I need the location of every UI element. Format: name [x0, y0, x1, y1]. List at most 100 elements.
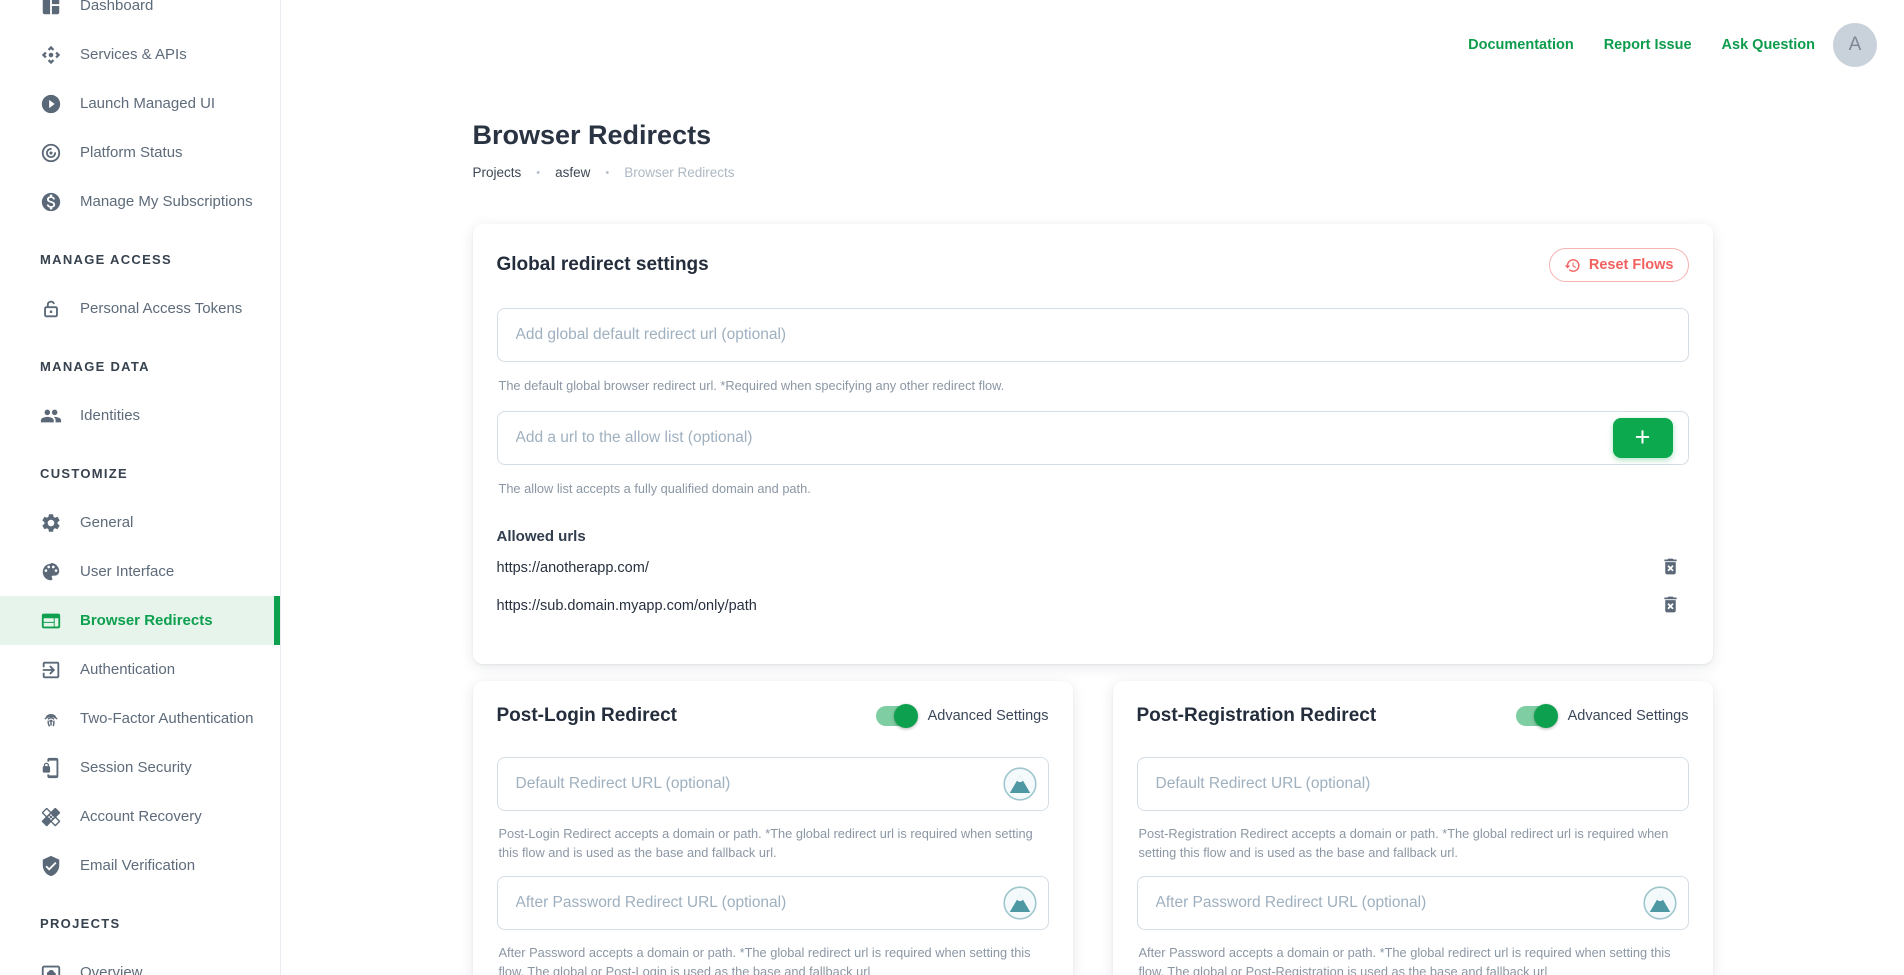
main-area: Documentation Report Issue Ask Question …: [281, 0, 1904, 975]
sidebar-item-label: Identities: [80, 407, 140, 424]
flow-cards-row: Post-Login Redirect Advanced Settings Po…: [473, 681, 1713, 975]
global-card-header: Global redirect settings Reset Flows: [497, 248, 1689, 282]
breadcrumb: Projects • asfew • Browser Redirects: [473, 165, 1713, 180]
sidebar-item-launch-managed-ui[interactable]: Launch Managed UI: [0, 79, 280, 128]
ask-question-link[interactable]: Ask Question: [1722, 37, 1815, 53]
allow-list-help: The allow list accepts a fully qualified…: [499, 480, 1687, 499]
delete-url-button[interactable]: [1652, 594, 1689, 618]
platform-status-icon: [40, 142, 62, 164]
history-icon: [1564, 257, 1581, 274]
page-title: Browser Redirects: [473, 120, 1713, 151]
toggle-knob: [1534, 704, 1558, 728]
content: Browser Redirects Projects • asfew • Bro…: [473, 120, 1713, 975]
post-login-default-url-input[interactable]: [497, 757, 1049, 811]
documentation-link[interactable]: Documentation: [1468, 37, 1574, 53]
cloud-box-icon: [40, 962, 62, 975]
breadcrumb-current-page: Browser Redirects: [624, 165, 734, 180]
global-default-url-field: [497, 308, 1689, 362]
toggle-on[interactable]: [876, 706, 916, 726]
breadcrumb-projects[interactable]: Projects: [473, 165, 522, 180]
allowed-url-text: https://anotherapp.com/: [497, 560, 649, 576]
sidebar-item-label: Platform Status: [80, 144, 183, 161]
sidebar-item-label: Browser Redirects: [80, 612, 213, 629]
sidebar-item-user-interface[interactable]: User Interface: [0, 547, 280, 596]
report-issue-link[interactable]: Report Issue: [1604, 37, 1692, 53]
login-icon: [40, 659, 62, 681]
sidebar-item-authentication[interactable]: Authentication: [0, 645, 280, 694]
delete-url-button[interactable]: [1652, 556, 1689, 580]
bandage-icon: [40, 806, 62, 828]
post-registration-default-url-help: Post-Registration Redirect accepts a dom…: [1139, 825, 1687, 862]
sidebar-nav: Dashboard Services & APIs Launch Managed…: [0, 0, 280, 975]
fingerprint-icon: [40, 708, 62, 730]
sidebar-section-projects: PROJECTS: [0, 899, 280, 948]
sidebar-item-label: Account Recovery: [80, 808, 202, 825]
toggle-on[interactable]: [1516, 706, 1556, 726]
services-apis-icon: [40, 44, 62, 66]
post-registration-advanced-settings-toggle[interactable]: Advanced Settings: [1516, 706, 1689, 726]
post-registration-card-header: Post-Registration Redirect Advanced Sett…: [1137, 705, 1689, 727]
sidebar-item-personal-access-tokens[interactable]: Personal Access Tokens: [0, 284, 280, 333]
sidebar-item-email-verification[interactable]: Email Verification: [0, 841, 280, 890]
sidebar-item-label: Personal Access Tokens: [80, 300, 242, 317]
post-login-advanced-settings-toggle[interactable]: Advanced Settings: [876, 706, 1049, 726]
post-login-default-url-help: Post-Login Redirect accepts a domain or …: [499, 825, 1047, 862]
sidebar-item-account-recovery[interactable]: Account Recovery: [0, 792, 280, 841]
phone-lock-icon: [40, 757, 62, 779]
post-login-default-url-field: [497, 757, 1049, 811]
sidebar-item-browser-redirects[interactable]: Browser Redirects: [0, 596, 280, 645]
global-default-url-help: The default global browser redirect url.…: [499, 377, 1687, 396]
sidebar-item-label: Dashboard: [80, 0, 153, 14]
people-icon: [40, 405, 62, 427]
sidebar-item-manage-subscriptions[interactable]: Manage My Subscriptions: [0, 177, 280, 226]
plus-icon: +: [1635, 424, 1651, 451]
sidebar-item-label: General: [80, 514, 133, 531]
sidebar-item-general[interactable]: General: [0, 498, 280, 547]
allow-list-field: +: [497, 411, 1689, 465]
post-registration-default-url-input[interactable]: [1137, 757, 1689, 811]
allow-list-input[interactable]: [497, 411, 1689, 465]
reset-flows-label: Reset Flows: [1589, 257, 1674, 273]
sidebar-item-session-security[interactable]: Session Security: [0, 743, 280, 792]
breadcrumb-project-name[interactable]: asfew: [555, 165, 590, 180]
sidebar-item-overview[interactable]: Overview: [0, 948, 280, 975]
sidebar-section-customize: CUSTOMIZE: [0, 449, 280, 498]
sidebar: Dashboard Services & APIs Launch Managed…: [0, 0, 281, 975]
avatar[interactable]: A: [1833, 23, 1877, 67]
post-login-after-password-input[interactable]: [497, 876, 1049, 930]
global-redirect-settings-card: Global redirect settings Reset Flows The…: [473, 224, 1713, 664]
allowed-url-row: https://sub.domain.myapp.com/only/path: [497, 590, 1689, 621]
post-login-after-password-help: After Password accepts a domain or path.…: [499, 944, 1047, 975]
sidebar-item-services-apis[interactable]: Services & APIs: [0, 30, 280, 79]
sidebar-item-label: Authentication: [80, 661, 175, 678]
mountain-circle-icon[interactable]: [1643, 886, 1677, 920]
sidebar-item-dashboard[interactable]: Dashboard: [0, 0, 280, 30]
sidebar-item-identities[interactable]: Identities: [0, 391, 280, 440]
post-registration-redirect-card: Post-Registration Redirect Advanced Sett…: [1113, 681, 1713, 975]
post-registration-default-url-field: [1137, 757, 1689, 811]
gear-icon: [40, 512, 62, 534]
sidebar-item-label: Session Security: [80, 759, 192, 776]
sidebar-item-label: Services & APIs: [80, 46, 187, 63]
sidebar-item-platform-status[interactable]: Platform Status: [0, 128, 280, 177]
add-allow-url-button[interactable]: +: [1613, 418, 1673, 458]
sidebar-item-two-factor-authentication[interactable]: Two-Factor Authentication: [0, 694, 280, 743]
post-registration-after-password-input[interactable]: [1137, 876, 1689, 930]
toggle-label: Advanced Settings: [928, 708, 1049, 724]
trash-x-icon: [1660, 594, 1681, 615]
global-card-title: Global redirect settings: [497, 254, 709, 276]
mountain-circle-icon[interactable]: [1003, 767, 1037, 801]
post-login-card-header: Post-Login Redirect Advanced Settings: [497, 705, 1049, 727]
mountain-circle-icon[interactable]: [1003, 886, 1037, 920]
toggle-knob: [894, 704, 918, 728]
sidebar-item-label: Launch Managed UI: [80, 95, 215, 112]
post-login-redirect-card: Post-Login Redirect Advanced Settings Po…: [473, 681, 1073, 975]
breadcrumb-separator: •: [605, 167, 609, 179]
post-login-after-password-field: [497, 876, 1049, 930]
sidebar-item-label: Two-Factor Authentication: [80, 710, 253, 727]
global-default-url-input[interactable]: [497, 308, 1689, 362]
trash-x-icon: [1660, 556, 1681, 577]
sidebar-item-label: Manage My Subscriptions: [80, 193, 253, 210]
reset-flows-button[interactable]: Reset Flows: [1549, 248, 1689, 282]
allowed-url-text: https://sub.domain.myapp.com/only/path: [497, 598, 757, 614]
